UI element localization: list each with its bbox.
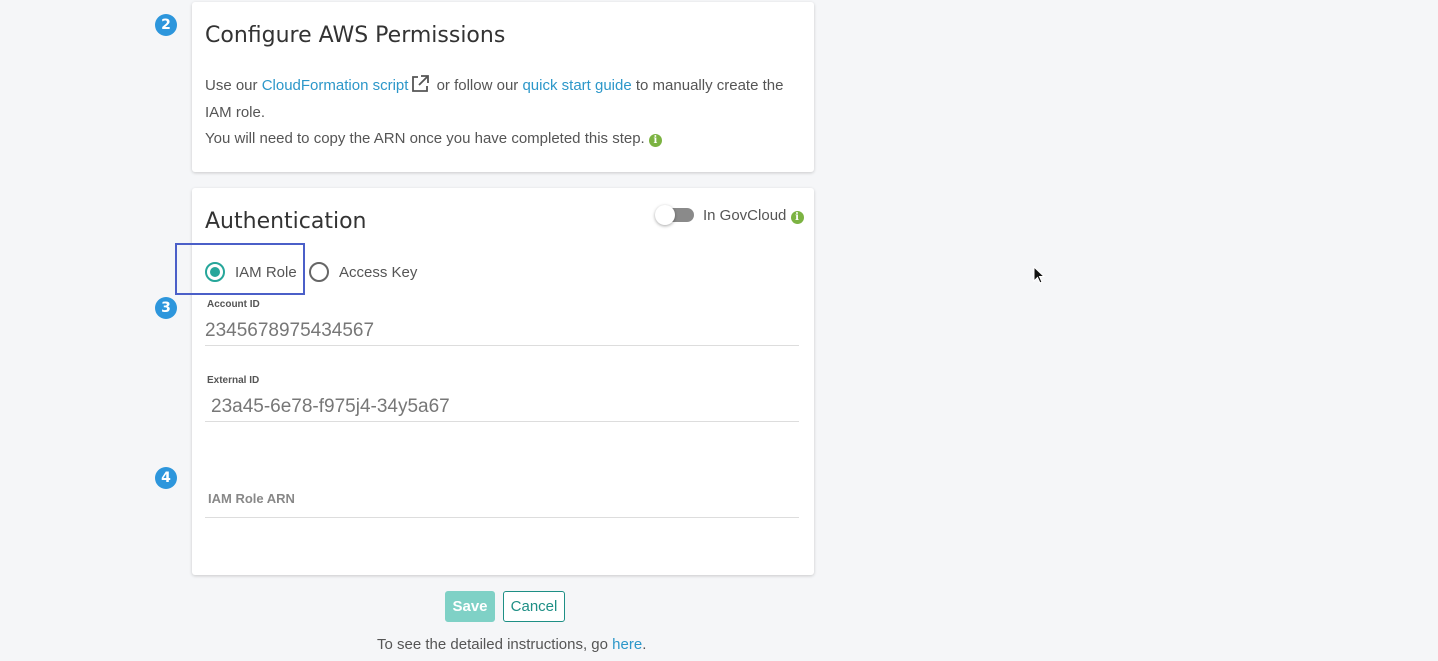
configure-permissions-title: Configure AWS Permissions: [205, 23, 506, 48]
step-3-badge: 3: [155, 297, 177, 319]
instructions-footnote: To see the detailed instructions, go her…: [377, 636, 646, 653]
govcloud-label: In GovCloud i: [703, 207, 804, 224]
govcloud-label-text: In GovCloud: [703, 207, 787, 224]
instructions-here-link[interactable]: here: [612, 636, 642, 653]
authentication-title: Authentication: [205, 209, 367, 234]
external-link-icon[interactable]: [410, 74, 430, 101]
govcloud-info-icon[interactable]: i: [790, 211, 804, 224]
external-id-label: External ID: [207, 375, 260, 386]
toggle-knob: [655, 205, 675, 225]
step-4-badge: 4: [155, 467, 177, 489]
iam-role-arn-field[interactable]: [205, 488, 799, 518]
info-icon[interactable]: i: [648, 134, 662, 147]
mouse-cursor-icon: [1033, 265, 1046, 289]
iam-role-highlight: [175, 243, 305, 295]
configure-instructions: Use our CloudFormation script or follow …: [205, 74, 794, 124]
access-key-radio[interactable]: [309, 262, 329, 282]
copy-arn-note-text: You will need to copy the ARN once you h…: [205, 130, 645, 147]
account-id-field[interactable]: 2345678975434567: [205, 316, 799, 346]
account-id-label: Account ID: [207, 299, 260, 310]
save-button[interactable]: Save: [445, 591, 495, 622]
access-key-radio-label[interactable]: Access Key: [339, 264, 417, 281]
govcloud-toggle[interactable]: [655, 205, 694, 225]
instructions-middle: or follow our: [432, 77, 523, 94]
step-2-badge: 2: [155, 14, 177, 36]
cancel-button[interactable]: Cancel: [503, 591, 565, 622]
quick-start-guide-link[interactable]: quick start guide: [522, 77, 631, 94]
external-id-field[interactable]: 23a45-6e78-f975j4-34y5a67: [205, 392, 799, 422]
cloudformation-script-link[interactable]: CloudFormation script: [262, 77, 409, 94]
instructions-prefix: Use our: [205, 77, 262, 94]
footnote-prefix: To see the detailed instructions, go: [377, 636, 613, 653]
copy-arn-note: You will need to copy the ARN once you h…: [205, 127, 794, 150]
configure-permissions-card: Configure AWS Permissions Use our CloudF…: [192, 2, 814, 172]
footnote-suffix: .: [642, 636, 647, 653]
